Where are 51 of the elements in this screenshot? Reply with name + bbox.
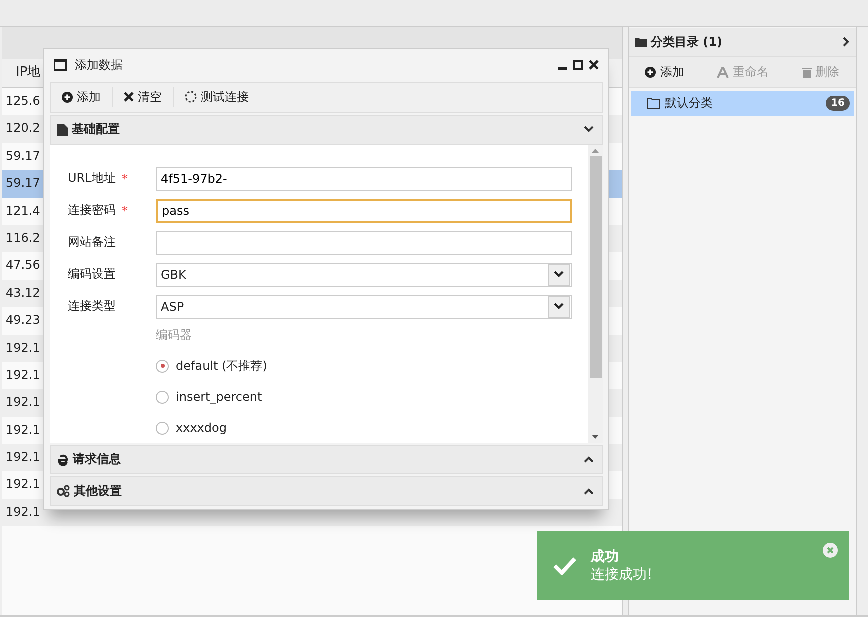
chevron-up-icon[interactable] (584, 456, 594, 464)
section-header[interactable]: 基础配置 (50, 115, 603, 145)
toast-title: 成功 (591, 548, 620, 566)
input-field[interactable]: 4f51-97b2- (156, 166, 572, 191)
scrollbar[interactable] (588, 144, 603, 443)
folder-icon (635, 37, 647, 47)
field-label: URL地址 (68, 170, 117, 188)
panel-title: 分类目录 (1) (651, 34, 722, 50)
field-label: 连接类型 (68, 298, 117, 316)
required-mark: * (122, 172, 128, 186)
window-title: 添加数据 (75, 56, 123, 74)
add-button[interactable]: 添加 (639, 62, 690, 82)
category-item[interactable]: 默认分类 16 (631, 91, 854, 116)
gears-icon (57, 485, 70, 498)
plus-circle-icon (645, 66, 656, 78)
field-label: 网站备注 (68, 234, 117, 252)
spinner-icon (185, 91, 197, 104)
scroll-down-icon[interactable] (592, 434, 599, 439)
letter-a-icon (716, 66, 729, 78)
test-connection-button[interactable]: 测试连接 (180, 86, 254, 108)
chevron-down-icon[interactable] (554, 271, 564, 278)
field-label: 连接密码 (68, 202, 117, 220)
chevron-down-icon[interactable] (584, 126, 594, 134)
section-header[interactable]: 请求信息 (50, 444, 603, 474)
input-field[interactable]: pass (156, 198, 572, 223)
trash-icon (802, 66, 812, 78)
chevron-right-icon[interactable] (842, 37, 850, 47)
section-header[interactable]: 其他设置 (50, 476, 603, 506)
radio-option[interactable]: xxxxdog (156, 412, 578, 444)
dropdown[interactable]: GBK (156, 262, 572, 287)
field-label: 编码设置 (68, 266, 117, 284)
folder-icon (647, 98, 660, 109)
radio-option[interactable]: insert_percent (156, 382, 578, 413)
cross-icon (124, 92, 134, 102)
window-icon (54, 59, 67, 72)
clear-button[interactable]: 清空 (119, 86, 167, 108)
required-mark: * (122, 204, 128, 218)
toast-message: 连接成功! (591, 566, 653, 584)
close-icon[interactable] (589, 60, 599, 70)
input-field[interactable] (156, 230, 572, 255)
count-badge: 16 (826, 96, 850, 111)
category-label: 默认分类 (665, 95, 713, 112)
plus-circle-icon (62, 92, 73, 103)
browser-icon (57, 454, 69, 466)
add-button[interactable]: 添加 (57, 86, 106, 108)
dropdown[interactable]: ASP (156, 294, 572, 319)
chevron-down-icon[interactable] (554, 303, 564, 310)
checkmark-icon (553, 556, 577, 574)
document-icon (57, 124, 68, 136)
maximize-icon[interactable] (573, 60, 583, 70)
chevron-up-icon[interactable] (584, 488, 594, 495)
